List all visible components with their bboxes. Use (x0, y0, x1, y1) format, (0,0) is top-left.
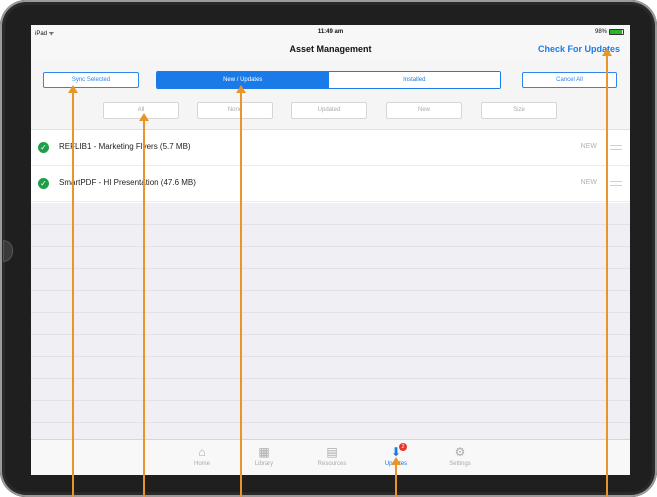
battery-indicator: 98% (595, 29, 624, 35)
empty-list-area (31, 203, 630, 439)
grid-icon: ▦ (258, 445, 270, 459)
gear-icon: ⚙ (454, 445, 466, 459)
annotation-arrow-sync (68, 85, 78, 497)
updates-count-badge: 2 (399, 443, 407, 451)
annotation-arrow-segment (236, 85, 246, 497)
status-badge: NEW (580, 179, 597, 186)
checkmark-icon[interactable]: ✓ (38, 142, 49, 153)
app-screen: iPad ᯤ 11:49 am 98% Asset Management Che… (31, 25, 630, 475)
asset-list: ✓ REFLIB1 - Marketing Flyers (5.7 MB) NE… (31, 130, 630, 202)
status-badge: NEW (580, 143, 597, 150)
tab-label: Library (254, 461, 274, 467)
cancel-all-button[interactable]: Cancel All (522, 72, 617, 88)
tab-library[interactable]: ▦ Library (236, 444, 292, 467)
ipad-frame: iPad ᯤ 11:49 am 98% Asset Management Che… (0, 0, 657, 497)
filter-none-button[interactable]: None (197, 102, 273, 119)
checkmark-icon[interactable]: ✓ (38, 178, 49, 189)
tab-label: Settings (449, 461, 471, 467)
reorder-handle-icon[interactable] (610, 181, 622, 186)
list-item[interactable]: ✓ SmartPDF - HI Presentation (47.6 MB) N… (31, 166, 630, 202)
navigation-bar: Asset Management Check For Updates (31, 40, 630, 60)
cabinet-icon: ▤ (326, 445, 338, 459)
annotation-arrow-updates-tab (391, 457, 401, 497)
annotation-arrow-filters (139, 113, 149, 497)
annotation-arrow-check-updates (602, 48, 612, 497)
filter-size-button[interactable]: Size (481, 102, 557, 119)
tab-settings[interactable]: ⚙ Settings (432, 444, 488, 467)
filter-new-button[interactable]: New (386, 102, 462, 119)
asset-name: REFLIB1 - Marketing Flyers (5.7 MB) (59, 142, 191, 151)
filter-updated-button[interactable]: Updated (291, 102, 367, 119)
status-bar: iPad ᯤ 11:49 am 98% (31, 25, 630, 40)
tab-bar: ⌂ Home ▦ Library ▤ Resources ⬇ 2 Updates… (31, 439, 630, 475)
filter-toolbar: Sync Selected New / Updates Installed Ca… (31, 60, 630, 130)
asset-name: SmartPDF - HI Presentation (47.6 MB) (59, 178, 196, 187)
sync-selected-button[interactable]: Sync Selected (43, 72, 139, 88)
battery-percent: 98% (594, 29, 607, 35)
reorder-handle-icon[interactable] (610, 145, 622, 150)
clock-label: 11:49 am (317, 29, 344, 35)
segment-installed[interactable]: Installed (328, 72, 500, 88)
tab-home[interactable]: ⌂ Home (174, 444, 230, 467)
tab-label: Home (193, 461, 210, 467)
battery-icon (609, 29, 624, 35)
home-hardware-button[interactable] (3, 240, 13, 262)
tab-label: Resources (317, 461, 347, 467)
segmented-control: New / Updates Installed (156, 71, 501, 89)
list-item[interactable]: ✓ REFLIB1 - Marketing Flyers (5.7 MB) NE… (31, 130, 630, 166)
home-icon: ⌂ (198, 445, 206, 459)
tab-resources[interactable]: ▤ Resources (304, 444, 360, 467)
